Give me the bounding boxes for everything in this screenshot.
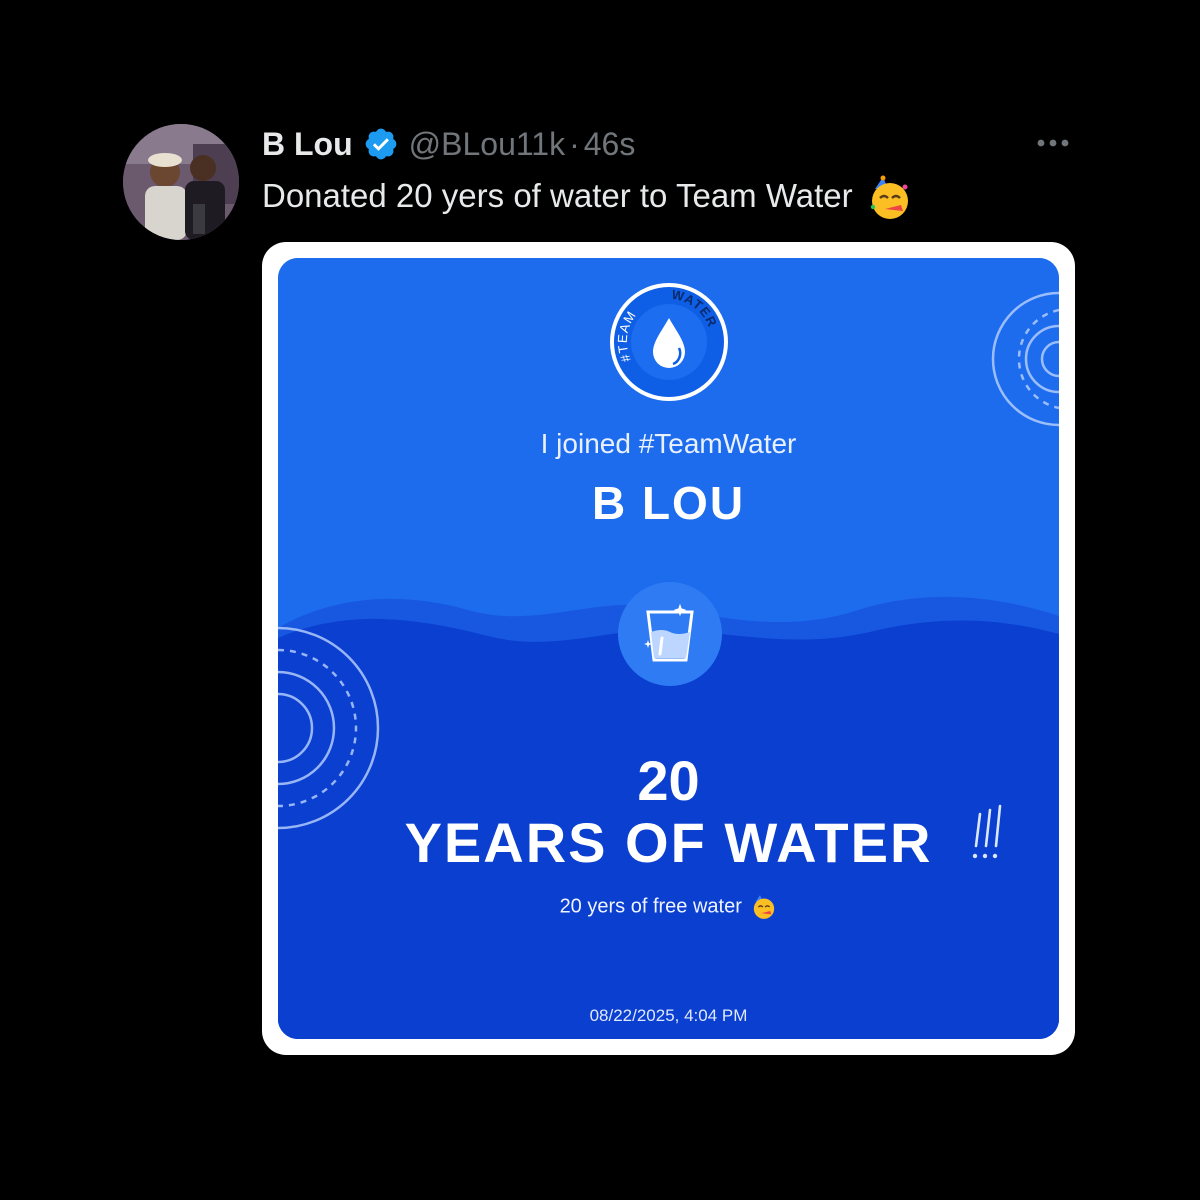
partying-face-small-emoji-icon: [754, 895, 775, 919]
post-time[interactable]: 46s: [584, 126, 636, 163]
card-username: B LOU: [591, 477, 746, 529]
avatar-photo-icon: [123, 124, 239, 240]
years-number: 20: [637, 749, 700, 812]
joined-text: I joined #TeamWater: [540, 428, 797, 459]
user-handle[interactable]: @BLou11k: [409, 126, 565, 163]
separator-dot: ·: [569, 125, 580, 162]
tweet-body: Donated 20 yers of water to Team Water: [262, 177, 853, 214]
card-date: 08/22/2025, 4:04 PM: [589, 1006, 748, 1025]
tweet-header: B Lou @BLou11k · 46s: [262, 118, 635, 170]
card-subtitle: 20 yers of free water: [278, 894, 1059, 920]
water-glass-icon: [644, 603, 694, 662]
years-title: YEARS OF WATER: [404, 811, 933, 874]
team-water-badge-icon: #TEAM WATER: [610, 283, 728, 401]
verified-badge-icon: [365, 128, 397, 160]
media-attachment[interactable]: #TEAM WATER I joined #TeamWater B LOU 20…: [262, 242, 1075, 1055]
more-options-icon: [1037, 139, 1069, 147]
exclamation-marks-icon: [972, 804, 1002, 859]
team-water-card: #TEAM WATER I joined #TeamWater B LOU 20…: [278, 258, 1059, 1039]
display-name[interactable]: B Lou: [262, 126, 353, 163]
tweet-text: Donated 20 yers of water to Team Water: [262, 170, 913, 222]
avatar[interactable]: [123, 124, 239, 240]
card-subtitle-text: 20 yers of free water: [559, 895, 742, 918]
more-options-button[interactable]: [1033, 126, 1073, 160]
partying-face-emoji-icon: [870, 175, 908, 220]
